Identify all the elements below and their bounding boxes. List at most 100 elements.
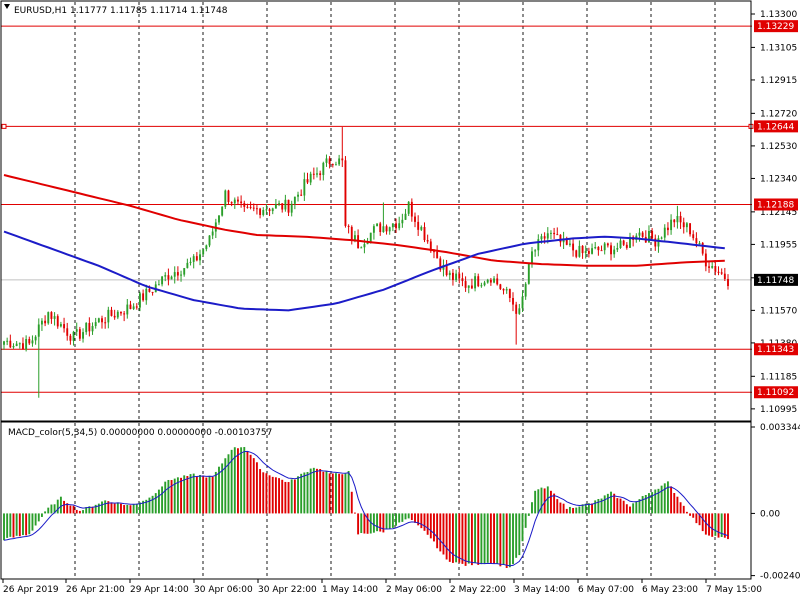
trading-chart[interactable]: 1.13300 1.13105 1.12915 1.12720 1.12530 1.123… xyxy=(0,0,800,600)
candle-body xyxy=(493,278,495,283)
candle-body xyxy=(113,315,116,318)
macd-histogram-bar xyxy=(420,513,423,529)
macd-histogram-bar xyxy=(505,513,508,568)
macd-histogram-bar xyxy=(673,493,676,514)
candle-body xyxy=(94,322,97,327)
macd-histogram-bar xyxy=(110,502,113,514)
macd-histogram-bar xyxy=(303,472,306,514)
candle-body xyxy=(474,276,477,289)
macd-histogram-bar xyxy=(306,472,309,514)
candle-body xyxy=(164,275,167,277)
candle-body xyxy=(224,190,227,207)
macd-histogram-bar xyxy=(40,513,43,517)
macd-histogram-bar xyxy=(15,513,18,536)
candle-body xyxy=(227,190,230,203)
macd-histogram-bar xyxy=(578,506,581,514)
macd-histogram-bar xyxy=(82,510,84,514)
candle-body xyxy=(25,339,28,350)
time-axis-label: 3 May 14:00 xyxy=(514,585,570,595)
candle-body xyxy=(107,309,110,323)
macd-histogram-bar xyxy=(284,481,287,514)
macd-histogram-bar xyxy=(493,513,495,564)
macd-histogram-bar xyxy=(44,511,47,514)
candle-body xyxy=(515,304,518,314)
time-axis-layer: 26 Apr 2019 26 Apr 21:00 29 Apr 14:00 30 Ap… xyxy=(2,579,762,595)
time-axis-label: 7 May 15:00 xyxy=(706,585,762,595)
candle-body xyxy=(398,223,401,229)
candle-body xyxy=(508,289,511,298)
candle-body xyxy=(183,268,186,275)
macd-histogram-bar xyxy=(195,476,198,514)
macd-histogram-bar xyxy=(489,513,492,564)
macd-histogram-bar xyxy=(401,513,404,522)
chart-menu-icon[interactable] xyxy=(4,4,10,9)
candle-body xyxy=(34,336,37,341)
candle-body xyxy=(72,331,75,341)
macd-histogram-bar xyxy=(426,513,429,535)
macd-histogram-bar xyxy=(316,468,318,514)
macd-histogram-bar xyxy=(550,490,552,514)
candle-body xyxy=(300,194,303,196)
macd-histogram-bar xyxy=(56,499,59,514)
macd-histogram-bar xyxy=(113,503,116,514)
time-axis-label: 6 May 07:00 xyxy=(578,585,634,595)
candles-layer xyxy=(3,127,729,398)
macd-histogram-bar xyxy=(666,481,669,514)
candle-body xyxy=(610,245,612,255)
level-anchor-handle[interactable] xyxy=(1,123,7,129)
macd-histogram-bar xyxy=(531,502,533,514)
macd-histogram-bar xyxy=(711,513,714,537)
candle-body xyxy=(553,232,556,235)
chart-canvas[interactable]: 1.13300 1.13105 1.12915 1.12720 1.12530 1.123… xyxy=(0,0,800,600)
macd-histogram-bar xyxy=(512,513,514,565)
candle-body xyxy=(135,306,138,308)
macd-histogram-bar xyxy=(31,513,34,531)
macd-histogram-bar xyxy=(3,513,5,541)
candle-body xyxy=(622,240,625,245)
candle-body xyxy=(274,204,277,209)
macd-histogram-bar xyxy=(423,513,426,531)
macd-histogram-bar xyxy=(629,506,631,514)
candle-body xyxy=(568,243,571,245)
candle-body xyxy=(369,232,372,243)
candle-body xyxy=(407,201,410,214)
candle-body xyxy=(499,284,502,289)
candle-body xyxy=(69,335,72,341)
macd-histogram-bar xyxy=(575,507,578,514)
macd-histogram-bar xyxy=(28,513,31,535)
candle-body xyxy=(246,206,249,208)
candle-body xyxy=(303,179,306,196)
candle-body xyxy=(104,322,107,324)
macd-histogram-bar xyxy=(603,495,606,514)
candle-body xyxy=(50,312,53,319)
candle-body xyxy=(594,247,597,249)
candle-body xyxy=(180,274,182,276)
time-axis-label: 2 May 06:00 xyxy=(386,585,442,595)
candle-body xyxy=(312,173,315,175)
macd-histogram-bar xyxy=(293,479,296,514)
macd-histogram-bar xyxy=(259,469,262,514)
macd-histogram-bar xyxy=(606,493,609,514)
macd-histogram-bar xyxy=(116,502,119,514)
candle-body xyxy=(252,207,255,209)
price-level-label: 1.13229 xyxy=(757,22,794,32)
candle-body xyxy=(316,173,318,175)
macd-histogram-bar xyxy=(429,513,432,539)
candle-body xyxy=(186,262,189,269)
price-axis-label: 1.11955 xyxy=(760,240,797,250)
macd-histogram-bar xyxy=(455,513,458,563)
macd-histogram-bar xyxy=(395,513,397,526)
candle-body xyxy=(56,316,59,327)
macd-histogram-bar xyxy=(75,509,78,514)
candle-body xyxy=(3,341,5,345)
candle-body xyxy=(470,285,473,289)
candle-body xyxy=(199,254,201,261)
price-level-label: 1.12644 xyxy=(757,122,794,132)
macd-histogram-bar xyxy=(445,513,448,560)
candle-body xyxy=(319,173,322,176)
candle-body xyxy=(505,289,508,291)
candle-body xyxy=(309,173,312,183)
macd-histogram-bar xyxy=(632,503,635,514)
candle-body xyxy=(587,251,590,254)
macd-histogram-bar xyxy=(565,508,568,514)
